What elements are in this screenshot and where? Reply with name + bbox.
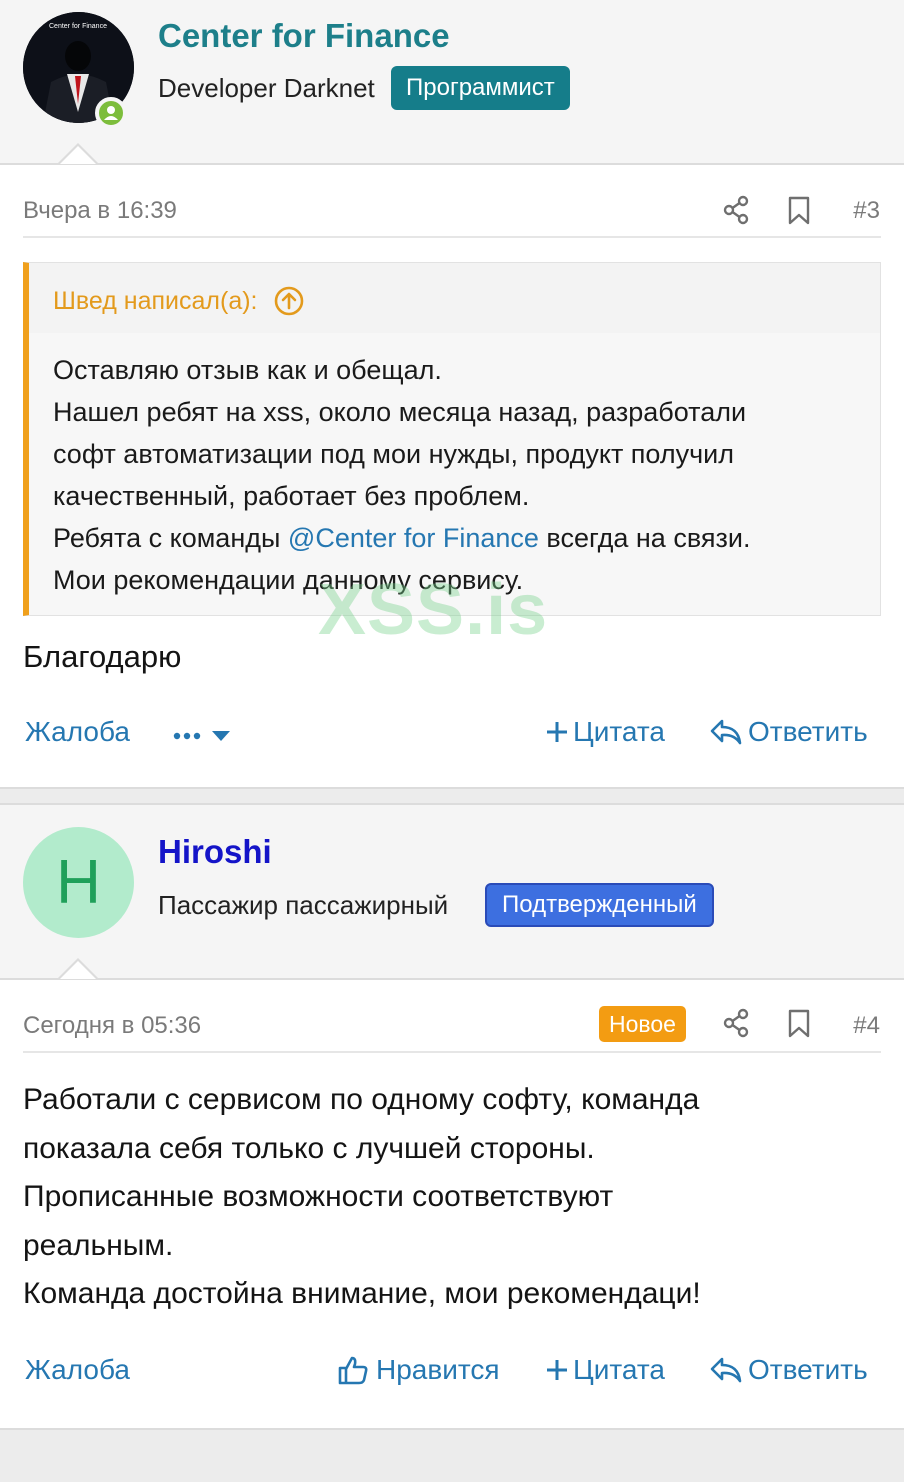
quote-author[interactable]: Швед написал(а): <box>53 285 305 317</box>
reply-icon <box>710 1357 742 1383</box>
new-post-badge: Новое <box>599 1006 686 1042</box>
like-button[interactable]: Нравится <box>337 1354 500 1386</box>
post-body: Работали с сервисом по одному софту, ком… <box>23 1076 881 1319</box>
meta-divider <box>23 236 881 238</box>
avatar-caption: Center for Finance <box>49 23 107 30</box>
quote-button-label: Цитата <box>573 1354 665 1385</box>
quote-line: софт автоматизации под мои нужды, продук… <box>53 439 735 469</box>
plus-icon <box>547 722 567 742</box>
more-dots-chevron-icon[interactable] <box>172 725 234 747</box>
share-icon[interactable] <box>721 1008 751 1038</box>
report-link[interactable]: Жалоба <box>25 1354 130 1386</box>
post-body: Благодарю <box>23 639 182 674</box>
reply-icon <box>710 719 742 745</box>
quote-text-segment: Ребята с команды <box>53 523 288 553</box>
plus-icon <box>547 1360 567 1380</box>
post-date[interactable]: Сегодня в 05:36 <box>23 1012 201 1040</box>
user-title: Developer Darknet <box>158 73 375 103</box>
reply-button[interactable]: Ответить <box>709 716 868 748</box>
user-banner: Программист <box>391 66 570 110</box>
quote-text-segment: всегда на связи. <box>538 523 751 553</box>
arrow-up-circle-icon[interactable] <box>273 285 305 317</box>
quote-button[interactable]: Цитата <box>545 1354 665 1386</box>
user-title: Пассажир пассажирный <box>158 890 449 920</box>
online-indicator-icon <box>95 97 127 129</box>
post-line: Прописанные возможности соответствуют <box>23 1180 614 1213</box>
post-number[interactable]: #3 <box>853 197 880 225</box>
reply-button[interactable]: Ответить <box>709 1354 868 1386</box>
user-mention-link[interactable]: @Center for Finance <box>288 523 539 553</box>
message-arrow <box>58 143 98 164</box>
reply-button-label: Ответить <box>748 716 868 747</box>
meta-divider <box>23 1051 881 1053</box>
quote-button-label: Цитата <box>573 716 665 747</box>
post-line: показала себя только с лучшей стороны. <box>23 1131 595 1165</box>
more-actions-menu[interactable] <box>172 725 234 747</box>
post-number[interactable]: #4 <box>853 1012 880 1040</box>
report-link[interactable]: Жалоба <box>25 716 130 748</box>
avatar-letter: H <box>56 848 101 917</box>
post-line: Работали с сервисом по одному софту, ком… <box>23 1083 700 1116</box>
thumbs-up-icon <box>338 1356 368 1385</box>
reply-button-label: Ответить <box>748 1354 868 1385</box>
quote-block: Швед написал(а): Оставляю отзыв как и об… <box>23 262 881 616</box>
post-4-card: Сегодня в 05:36 Новое #4 Работали с серв… <box>0 958 904 1430</box>
user-banner: Подтвержденный <box>485 883 714 927</box>
quote-header: Швед написал(а): <box>29 263 880 333</box>
like-button-label: Нравится <box>376 1354 500 1385</box>
post-line: реальным. <box>23 1228 174 1262</box>
message-arrow <box>58 958 98 979</box>
avatar[interactable]: H <box>23 827 134 938</box>
post-3-userbar: Center for Finance Center for Finance De… <box>0 0 904 164</box>
post-4-userbar: H Hiroshi Пассажир пассажирный Подтвержд… <box>0 803 904 981</box>
bookmark-icon[interactable] <box>784 1008 814 1038</box>
bookmark-icon[interactable] <box>784 195 814 225</box>
share-icon[interactable] <box>721 195 751 225</box>
quote-button[interactable]: Цитата <box>545 716 665 748</box>
post-author-name[interactable]: Hiroshi <box>158 833 272 871</box>
quote-line: качественный, работает без проблем. <box>53 481 530 511</box>
quote-text: Оставляю отзыв как и обещал. Нашел ребят… <box>53 349 866 601</box>
quote-line: Нашел ребят на xss, около месяца назад, … <box>53 397 747 427</box>
post-3-card: Вчера в 16:39 #3 Швед написал(а): Оставл… <box>0 143 904 789</box>
quote-line: Оставляю отзыв как и обещал. <box>53 355 442 385</box>
post-date[interactable]: Вчера в 16:39 <box>23 197 177 225</box>
quote-line: Ребята с команды @Center for Finance все… <box>53 517 866 559</box>
post-line: Команда достойна внимание, мои рекоменда… <box>23 1277 701 1310</box>
post-author-name[interactable]: Center for Finance <box>158 17 450 55</box>
